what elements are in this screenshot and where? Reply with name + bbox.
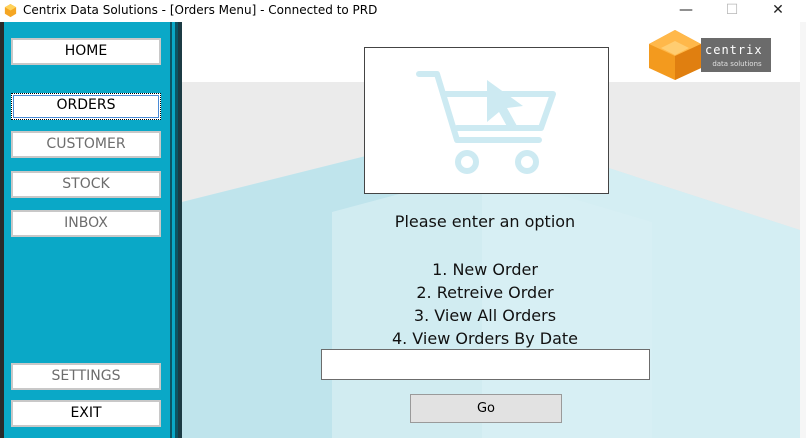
orders-image-box: [364, 47, 609, 194]
brand-logo: centrix data solutions: [645, 28, 773, 80]
sidebar-item-orders[interactable]: ORDERS: [11, 93, 161, 120]
sidebar-divider: [170, 22, 178, 438]
shopping-cart-icon: [416, 71, 556, 174]
title-bar: Centrix Data Solutions - [Orders Menu] -…: [0, 0, 806, 22]
app-logo-icon: [4, 3, 17, 18]
minimize-button[interactable]: —: [666, 0, 706, 22]
option-item: 2. Retreive Order: [416, 283, 554, 302]
sidebar-item-stock[interactable]: STOCK: [11, 171, 161, 198]
maximize-button[interactable]: ☐: [712, 0, 752, 22]
sidebar-item-inbox[interactable]: INBOX: [11, 210, 161, 237]
brand-name: centrix: [705, 43, 763, 57]
option-prompt: Please enter an option: [394, 212, 576, 231]
window-title: Centrix Data Solutions - [Orders Menu] -…: [23, 3, 378, 17]
brand-cube-icon: [649, 30, 701, 80]
go-button[interactable]: Go: [410, 394, 562, 423]
sidebar-item-customer[interactable]: CUSTOMER: [11, 131, 161, 158]
sidebar-item-home[interactable]: HOME: [11, 38, 161, 65]
sidebar-item-settings[interactable]: SETTINGS: [11, 363, 161, 390]
main-panel: centrix data solutions Please enter an o…: [182, 22, 806, 438]
brand-tagline: data solutions: [705, 59, 769, 69]
close-button[interactable]: ✕: [758, 0, 798, 22]
option-item: 4. View Orders By Date: [391, 329, 579, 348]
background-window-edge: [800, 22, 806, 438]
option-item: 3. View All Orders: [413, 306, 557, 325]
option-input[interactable]: [321, 349, 650, 380]
option-item: 1. New Order: [432, 260, 538, 279]
option-list: 1. New Order 2. Retreive Order 3. View A…: [182, 258, 788, 350]
sidebar-item-exit[interactable]: EXIT: [11, 400, 161, 427]
